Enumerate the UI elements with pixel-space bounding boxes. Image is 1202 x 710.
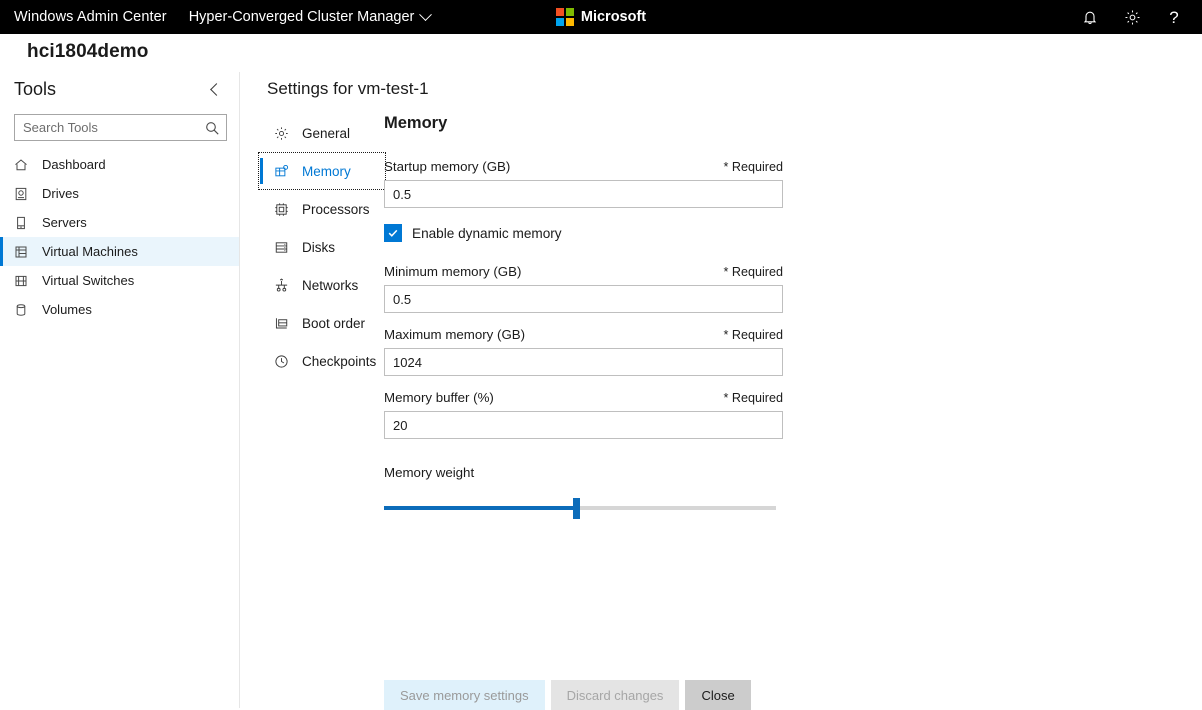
network-icon xyxy=(274,278,292,293)
tools-sidebar: Tools Dashboard Drives xyxy=(0,72,240,708)
memory-weight-label: Memory weight xyxy=(384,465,804,480)
sidebar-item-label: Servers xyxy=(42,215,87,230)
startup-memory-input[interactable] xyxy=(384,180,783,208)
settings-nav-boot-order[interactable]: Boot order xyxy=(258,304,386,342)
discard-changes-button[interactable]: Discard changes xyxy=(551,680,680,710)
sidebar-item-label: Virtual Machines xyxy=(42,244,138,259)
home-icon xyxy=(14,158,34,172)
microsoft-logo-text: Microsoft xyxy=(581,9,646,25)
app-brand-title[interactable]: Windows Admin Center xyxy=(14,9,167,25)
server-icon xyxy=(14,216,34,230)
settings-nav-processors[interactable]: Processors xyxy=(258,190,386,228)
boot-order-icon xyxy=(274,316,292,331)
tools-title: Tools xyxy=(14,79,56,100)
sidebar-item-servers[interactable]: Servers xyxy=(0,208,239,237)
microsoft-logo-squares-icon xyxy=(556,8,574,26)
drive-icon xyxy=(14,187,34,201)
startup-memory-label-row: Startup memory (GB) * Required xyxy=(384,159,783,174)
action-buttons: Save memory settings Discard changes Clo… xyxy=(384,680,751,710)
sidebar-item-label: Virtual Switches xyxy=(42,273,134,288)
startup-memory-field: Startup memory (GB) * Required xyxy=(384,159,804,208)
required-indicator: * Required xyxy=(723,391,783,405)
sidebar-item-drives[interactable]: Drives xyxy=(0,179,239,208)
settings-nav-label: Processors xyxy=(302,202,370,217)
virtual-machine-icon xyxy=(14,245,34,259)
enable-dynamic-memory-label: Enable dynamic memory xyxy=(412,226,562,241)
disks-icon xyxy=(274,240,292,255)
settings-nav-label: Disks xyxy=(302,240,335,255)
tools-header: Tools xyxy=(14,78,227,100)
bell-icon[interactable] xyxy=(1072,0,1108,34)
settings-nav-label: Memory xyxy=(302,164,351,179)
memory-buffer-field: Memory buffer (%) * Required xyxy=(384,390,804,439)
solution-selector[interactable]: Hyper-Converged Cluster Manager xyxy=(189,9,431,25)
settings-nav-networks[interactable]: Networks xyxy=(258,266,386,304)
startup-memory-label: Startup memory (GB) xyxy=(384,159,510,174)
maximum-memory-field: Maximum memory (GB) * Required xyxy=(384,327,804,376)
panel-heading: Memory xyxy=(384,114,804,133)
collapse-glyph xyxy=(210,83,223,96)
settings-nav-checkpoints[interactable]: Checkpoints xyxy=(258,342,386,380)
memory-buffer-label-row: Memory buffer (%) * Required xyxy=(384,390,783,405)
gear-icon[interactable] xyxy=(1114,0,1150,34)
gear-icon xyxy=(274,126,292,141)
required-indicator: * Required xyxy=(723,160,783,174)
page-title: hci1804demo xyxy=(27,41,149,63)
settings-nav-general[interactable]: General xyxy=(258,114,386,152)
sidebar-item-volumes[interactable]: Volumes xyxy=(0,295,239,324)
settings-nav-label: Boot order xyxy=(302,316,365,331)
checkmark-icon xyxy=(384,224,402,242)
settings-nav: General Memory Processors Disks Networks xyxy=(258,114,386,380)
search-input[interactable] xyxy=(15,115,205,140)
question-mark-icon[interactable]: ? xyxy=(1156,0,1192,34)
processor-icon xyxy=(274,202,292,217)
required-indicator: * Required xyxy=(723,328,783,342)
slider-fill xyxy=(384,506,576,510)
search-icon[interactable] xyxy=(205,121,227,135)
main-content: Settings for vm-test-1 General Memory Pr… xyxy=(240,72,1202,708)
memory-buffer-input[interactable] xyxy=(384,411,783,439)
required-indicator: * Required xyxy=(723,265,783,279)
clock-icon xyxy=(274,354,292,369)
maximum-memory-input[interactable] xyxy=(384,348,783,376)
settings-nav-label: Checkpoints xyxy=(302,354,376,369)
memory-settings-panel: Memory Startup memory (GB) * Required En… xyxy=(384,114,804,518)
minimum-memory-field: Minimum memory (GB) * Required xyxy=(384,264,804,313)
topbar-actions: ? xyxy=(1072,0,1192,34)
virtual-switch-icon xyxy=(14,274,34,288)
sidebar-item-dashboard[interactable]: Dashboard xyxy=(0,150,239,179)
sidebar-item-virtual-switches[interactable]: Virtual Switches xyxy=(0,266,239,295)
maximum-memory-label: Maximum memory (GB) xyxy=(384,327,525,342)
sidebar-item-label: Dashboard xyxy=(42,157,106,172)
slider-thumb[interactable] xyxy=(573,498,580,519)
minimum-memory-label: Minimum memory (GB) xyxy=(384,264,521,279)
close-button[interactable]: Close xyxy=(685,680,750,710)
sidebar-item-label: Volumes xyxy=(42,302,92,317)
search-tools-container xyxy=(14,114,227,141)
solution-selector-label: Hyper-Converged Cluster Manager xyxy=(189,9,415,25)
settings-nav-disks[interactable]: Disks xyxy=(258,228,386,266)
chevron-left-icon[interactable] xyxy=(205,78,227,100)
settings-nav-label: Networks xyxy=(302,278,358,293)
memory-weight-field: Memory weight xyxy=(384,465,804,518)
save-memory-settings-button[interactable]: Save memory settings xyxy=(384,680,545,710)
memory-icon xyxy=(274,164,292,179)
chevron-down-icon xyxy=(419,8,432,21)
sidebar-item-virtual-machines[interactable]: Virtual Machines xyxy=(0,237,239,266)
settings-nav-memory[interactable]: Memory xyxy=(258,152,386,190)
help-glyph: ? xyxy=(1169,9,1178,26)
enable-dynamic-memory-checkbox[interactable]: Enable dynamic memory xyxy=(384,224,562,242)
minimum-memory-label-row: Minimum memory (GB) * Required xyxy=(384,264,783,279)
sidebar-item-label: Drives xyxy=(42,186,79,201)
tools-list: Dashboard Drives Servers Virtual Machine… xyxy=(0,150,239,324)
memory-buffer-label: Memory buffer (%) xyxy=(384,390,494,405)
maximum-memory-label-row: Maximum memory (GB) * Required xyxy=(384,327,783,342)
minimum-memory-input[interactable] xyxy=(384,285,783,313)
volume-icon xyxy=(14,303,34,317)
settings-title: Settings for vm-test-1 xyxy=(267,79,429,99)
memory-weight-slider[interactable] xyxy=(384,498,776,518)
settings-nav-label: General xyxy=(302,126,350,141)
microsoft-logo: Microsoft xyxy=(556,8,646,26)
